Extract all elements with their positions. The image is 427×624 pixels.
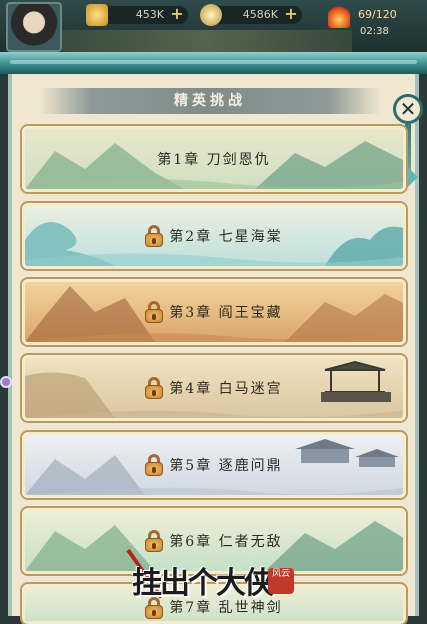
top-resource-bar: 453K + 4586K + 69/120 02:38 (0, 0, 427, 52)
close-button[interactable]: ✕ (393, 94, 423, 124)
top-strip-decoration (62, 30, 352, 52)
energy-counter: 69/120 (328, 4, 427, 28)
energy-amount: 69/120 (358, 8, 397, 21)
chapter-5-button[interactable]: 第5章 逐鹿问鼎 (22, 432, 406, 498)
lock-icon (145, 377, 164, 399)
chapter-2-label: 第2章 七星海棠 (25, 206, 403, 266)
chapter-1-button[interactable]: 第1章 刀剑恩仇 (22, 126, 406, 192)
gold-counter: 453K + (86, 4, 188, 26)
flame-icon (328, 4, 350, 28)
coin-amount: 4586K (242, 8, 278, 21)
lock-icon (145, 225, 164, 247)
chapter-1-label: 第1章 刀剑恩仇 (25, 129, 403, 189)
logo-text: 挂出个大侠 (132, 566, 274, 601)
game-logo: 挂出个大侠 风云 (120, 548, 300, 608)
panel-title: 精英挑战 (174, 93, 246, 109)
side-indicator-icon[interactable] (0, 376, 12, 388)
chapter-4-label: 第4章 白马迷宫 (25, 358, 403, 418)
chapter-title: 第1章 刀剑恩仇 (157, 152, 271, 168)
chapter-3-button[interactable]: 第3章 阎王宝藏 (22, 279, 406, 345)
chapter-title: 第3章 阎王宝藏 (169, 305, 283, 321)
gold-ingot-icon (86, 4, 108, 26)
logo-seal: 风云 (268, 568, 294, 594)
panel-header: 精英挑战 (40, 88, 380, 114)
chapter-4-button[interactable]: 第4章 白马迷宫 (22, 355, 406, 421)
add-gold-button[interactable]: + (168, 5, 186, 23)
chapter-title: 第5章 逐鹿问鼎 (169, 458, 283, 474)
energy-timer: 02:38 (360, 26, 389, 37)
lock-icon (145, 454, 164, 476)
chapter-3-label: 第3章 阎王宝藏 (25, 282, 403, 342)
chapter-5-label: 第5章 逐鹿问鼎 (25, 435, 403, 495)
copper-coin-icon (200, 4, 222, 26)
add-coin-button[interactable]: + (282, 5, 300, 23)
chapter-title: 第4章 白马迷宫 (169, 381, 283, 397)
gold-amount: 453K (135, 8, 164, 21)
coin-counter: 4586K + (200, 4, 302, 26)
lock-icon (145, 301, 164, 323)
scroll-rod (0, 52, 427, 76)
chapter-2-button[interactable]: 第2章 七星海棠 (22, 203, 406, 269)
chapter-title: 第2章 七星海棠 (169, 229, 283, 245)
player-avatar[interactable] (6, 2, 62, 52)
